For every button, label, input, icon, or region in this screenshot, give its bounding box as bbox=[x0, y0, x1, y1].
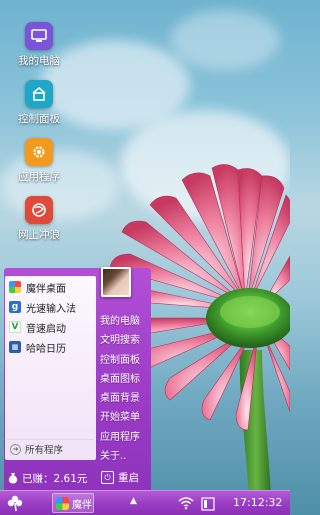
desktop-icon-label: 网上冲浪 bbox=[18, 229, 60, 241]
wifi-icon[interactable] bbox=[178, 495, 194, 510]
start-menu-footer: 已赚：2.61元 ⏻ 重启 bbox=[4, 466, 151, 490]
menu-item-desktop-icons[interactable]: 桌面图标 bbox=[100, 370, 150, 389]
taskbar: 魔伴 ▲ 17:12:32 bbox=[0, 490, 290, 515]
desktop-icon-applications[interactable]: 应用程序 bbox=[10, 138, 68, 184]
menu-item-start-menu[interactable]: 开始菜单 bbox=[100, 408, 150, 427]
all-programs-label: 所有程序 bbox=[25, 445, 64, 456]
earnings-label: 已赚：2.61元 bbox=[22, 472, 88, 485]
start-menu-app-list: 魔伴桌面 g 光速输入法 V 音速启动 ▦ 哈哈日历 ➜ 所有程序 bbox=[5, 276, 96, 460]
desktop-icon-my-computer[interactable]: 我的电脑 bbox=[10, 22, 68, 68]
apps-gear-icon bbox=[25, 138, 53, 166]
control-panel-icon bbox=[25, 80, 53, 108]
start-menu-app-mobang[interactable]: 魔伴桌面 bbox=[5, 278, 96, 296]
menu-item-control-panel[interactable]: 控制面板 bbox=[100, 351, 150, 370]
mobang-desktop-icon bbox=[9, 281, 21, 293]
power-icon: ⏻ bbox=[101, 471, 114, 484]
menu-item-search[interactable]: 文明搜索 bbox=[100, 331, 150, 350]
app-label: 音速启动 bbox=[26, 323, 66, 335]
taskbar-task-mobang[interactable]: 魔伴 bbox=[52, 493, 94, 513]
calendar-icon: ▦ bbox=[9, 341, 21, 353]
start-menu-links: 我的电脑 文明搜索 控制面板 桌面图标 桌面背景 开始菜单 应用程序 关于.. bbox=[100, 312, 150, 466]
app-label: 光速输入法 bbox=[26, 303, 76, 315]
menu-item-about[interactable]: 关于.. bbox=[100, 447, 150, 466]
task-label: 魔伴 bbox=[72, 499, 92, 511]
app-label: 哈哈日历 bbox=[26, 343, 66, 355]
clock[interactable]: 17:12:32 bbox=[233, 496, 282, 509]
start-menu: 魔伴桌面 g 光速输入法 V 音速启动 ▦ 哈哈日历 ➜ 所有程序 我的电脑 文… bbox=[4, 268, 151, 490]
menu-item-desktop-background[interactable]: 桌面背景 bbox=[100, 389, 150, 408]
app-label: 魔伴桌面 bbox=[26, 283, 66, 295]
restart-button[interactable]: ⏻ 重启 bbox=[101, 470, 139, 485]
mobang-app-icon bbox=[56, 496, 69, 510]
start-menu-app-calendar[interactable]: ▦ 哈哈日历 bbox=[5, 338, 96, 356]
start-menu-app-input-method[interactable]: g 光速输入法 bbox=[5, 298, 96, 316]
desktop-icon-control-panel[interactable]: 控制面板 bbox=[10, 80, 68, 126]
input-method-icon: g bbox=[9, 301, 21, 313]
menu-item-applications[interactable]: 应用程序 bbox=[100, 428, 150, 447]
desktop-icon-label: 控制面板 bbox=[18, 113, 60, 125]
earnings-display: 已赚：2.61元 bbox=[8, 471, 87, 486]
browser-globe-icon bbox=[25, 196, 53, 224]
desktop-icon-web-surfing[interactable]: 网上冲浪 bbox=[10, 196, 68, 242]
menu-item-my-computer[interactable]: 我的电脑 bbox=[100, 312, 150, 331]
computer-icon bbox=[25, 22, 53, 50]
battery-icon[interactable] bbox=[201, 496, 215, 511]
tray-expand-up-icon[interactable]: ▲ bbox=[130, 496, 137, 506]
start-clover-icon[interactable] bbox=[6, 494, 24, 512]
desktop-icon-label: 应用程序 bbox=[18, 171, 60, 183]
all-programs-button[interactable]: ➜ 所有程序 bbox=[7, 439, 94, 456]
restart-label: 重启 bbox=[118, 472, 139, 484]
desktop-icon-label: 我的电脑 bbox=[18, 55, 60, 67]
quick-launch-icon: V bbox=[9, 321, 21, 333]
money-bag-icon bbox=[8, 472, 18, 484]
user-avatar[interactable] bbox=[101, 267, 131, 297]
arrow-right-icon: ➜ bbox=[10, 443, 21, 455]
start-menu-app-quick-launch[interactable]: V 音速启动 bbox=[5, 318, 96, 336]
